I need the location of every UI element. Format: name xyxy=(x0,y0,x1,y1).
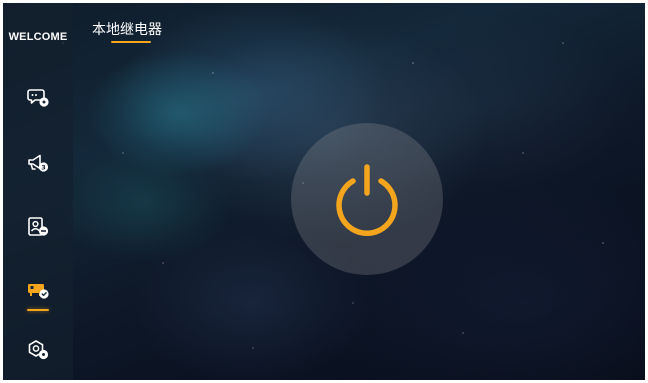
relay-switch-icon xyxy=(28,284,49,299)
id-card-icon xyxy=(28,217,49,236)
sidebar-item-settings[interactable] xyxy=(3,327,73,373)
sidebar-item-access[interactable] xyxy=(3,204,73,250)
svg-text:3: 3 xyxy=(41,163,46,171)
app-window: WELCOME 3 本地继电器 xyxy=(3,3,645,380)
power-button[interactable] xyxy=(291,123,443,275)
hexagon-gear-icon xyxy=(28,340,49,360)
sidebar-item-relay[interactable] xyxy=(3,267,73,313)
brand-label: WELCOME xyxy=(8,31,68,43)
power-icon xyxy=(336,164,398,236)
sidebar: WELCOME 3 xyxy=(3,3,73,380)
page-title: 本地继电器 xyxy=(92,22,162,38)
sidebar-item-broadcast[interactable]: 3 xyxy=(3,140,73,186)
sidebar-item-chat[interactable] xyxy=(3,75,73,121)
chat-bubble-gear-icon xyxy=(27,89,49,107)
title-underline xyxy=(111,41,151,43)
megaphone-icon: 3 xyxy=(28,154,49,172)
active-indicator xyxy=(27,309,49,311)
